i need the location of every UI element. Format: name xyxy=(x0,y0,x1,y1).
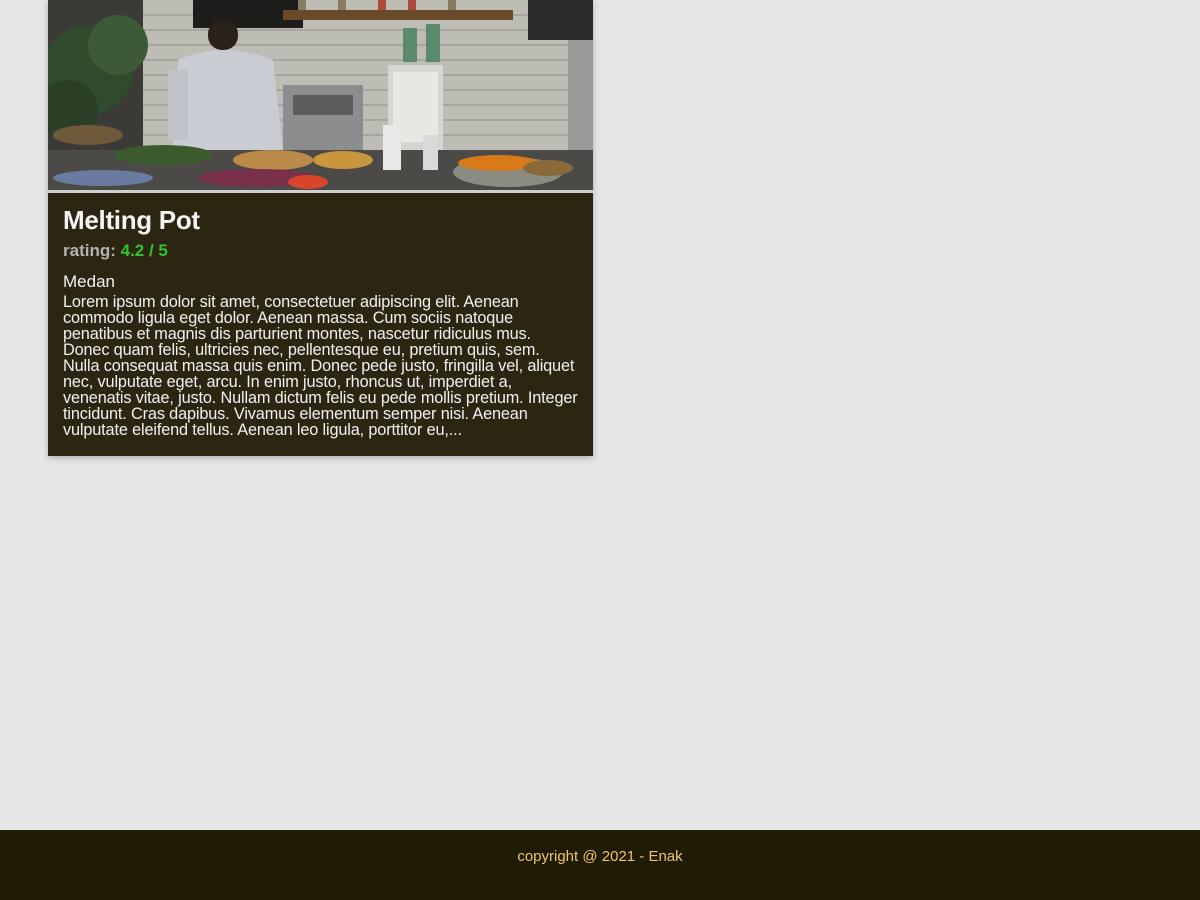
restaurant-city: Medan xyxy=(63,272,115,291)
footer: copyright @ 2021 - Enak xyxy=(0,830,1200,900)
rating-label: rating: xyxy=(63,241,116,260)
rating-value: 4.2 / 5 xyxy=(120,241,168,260)
copyright-text: copyright @ 2021 - Enak xyxy=(517,848,683,865)
page: Melting Pot rating: 4.2 / 5 Medan Lorem … xyxy=(0,0,1200,900)
rating: rating: 4.2 / 5 xyxy=(63,240,578,262)
restaurant-photo xyxy=(48,0,593,193)
restaurant-name[interactable]: Melting Pot xyxy=(63,205,578,235)
card-body: Melting Pot rating: 4.2 / 5 Medan Lorem … xyxy=(48,193,593,456)
restaurant-description: Lorem ipsum dolor sit amet, consectetuer… xyxy=(63,293,578,439)
restaurant-card[interactable]: Melting Pot rating: 4.2 / 5 Medan Lorem … xyxy=(48,0,593,456)
